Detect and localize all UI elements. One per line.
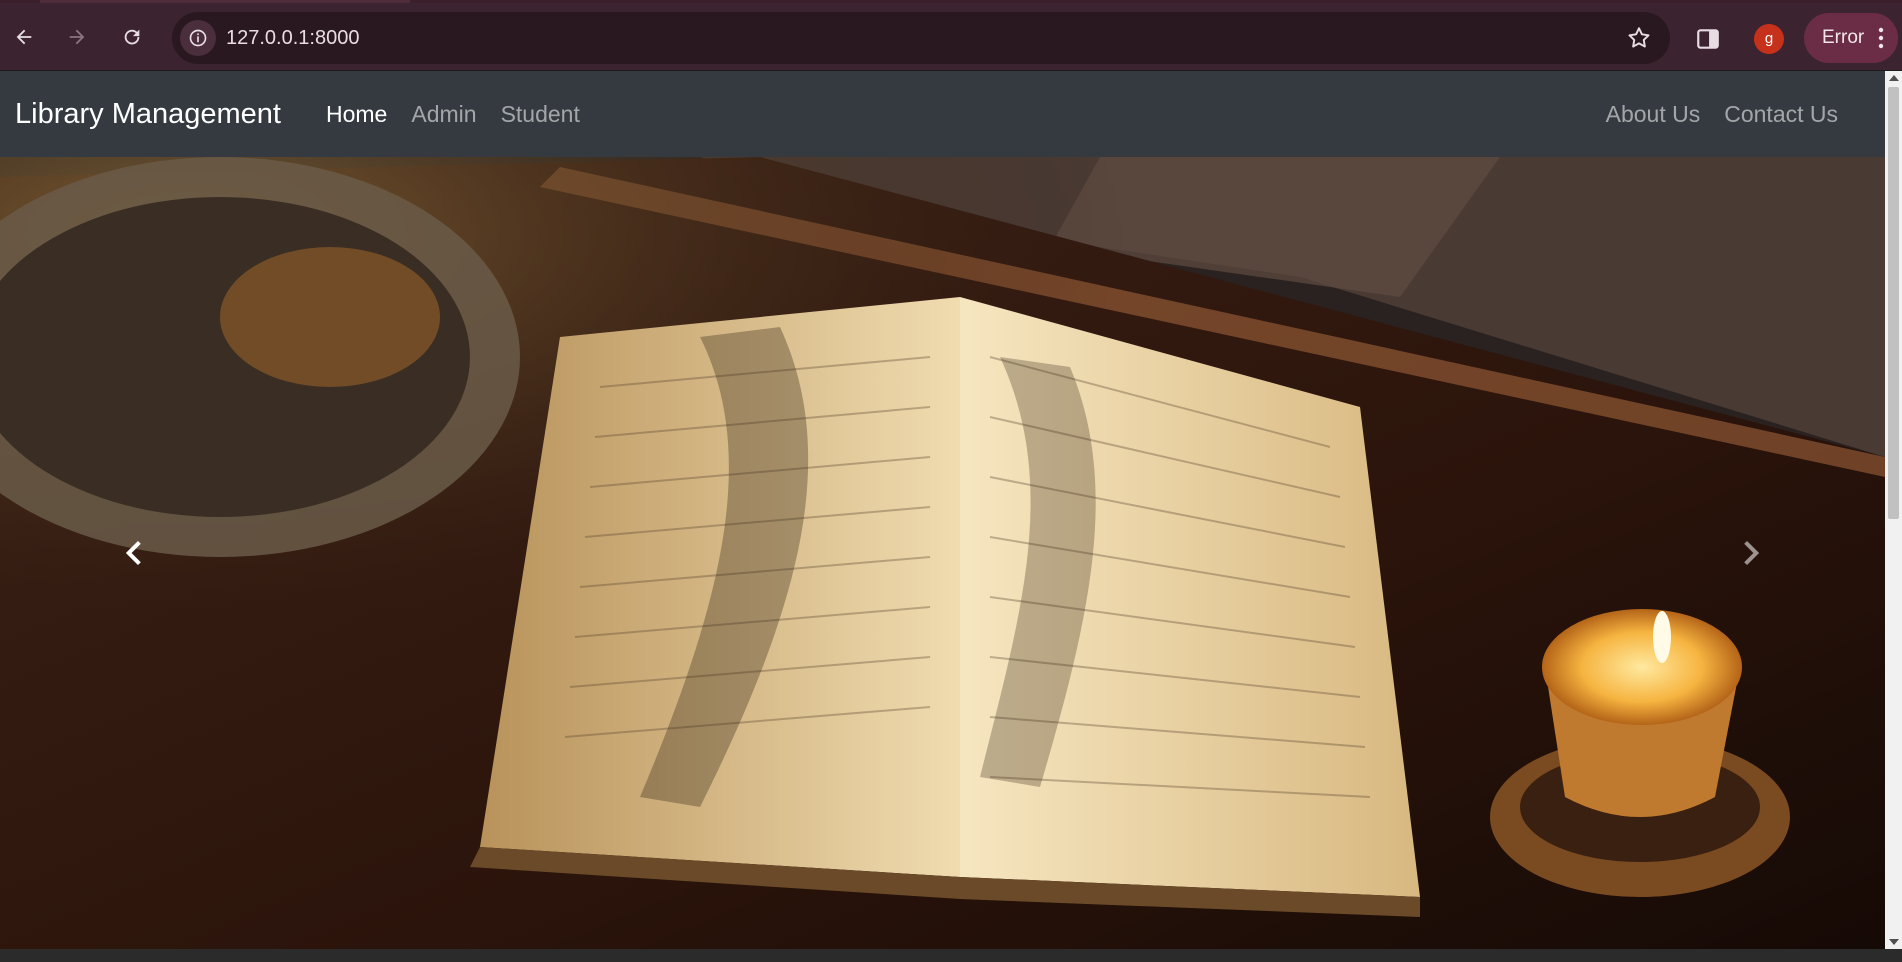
reload-button[interactable] (115, 20, 149, 54)
reload-icon (124, 29, 140, 45)
more-vert-icon (1878, 27, 1884, 49)
bookmark-star-icon[interactable] (1626, 25, 1652, 51)
back-button[interactable] (7, 20, 41, 54)
page-viewport: Library Management Home Admin Student Ab… (0, 71, 1885, 949)
info-icon (189, 29, 207, 47)
brand-link[interactable]: Library Management (15, 71, 281, 157)
address-bar[interactable]: 127.0.0.1:8000 (172, 12, 1670, 64)
hero-carousel (0, 157, 1885, 949)
profile-avatar[interactable]: g (1754, 24, 1784, 54)
error-menu-button[interactable]: Error (1804, 13, 1898, 63)
nav-right: About Us Contact Us (1594, 71, 1850, 157)
arrow-right-icon (69, 29, 85, 45)
error-label: Error (1822, 27, 1865, 48)
site-navbar: Library Management Home Admin Student Ab… (0, 71, 1885, 157)
scrollbar-thumb[interactable] (1888, 87, 1899, 519)
side-panel-icon[interactable] (1695, 26, 1721, 52)
hero-image (0, 157, 1885, 949)
nav-student[interactable]: Student (489, 71, 592, 157)
bottom-edge (0, 949, 1902, 962)
forward-button[interactable] (60, 20, 94, 54)
chevron-right-icon (1744, 540, 1760, 566)
nav-home[interactable]: Home (314, 71, 399, 157)
arrow-left-icon (16, 29, 32, 45)
carousel-prev-button[interactable] (3, 157, 263, 949)
site-info-button[interactable] (180, 20, 216, 56)
nav-admin[interactable]: Admin (399, 71, 488, 157)
nav-about-us[interactable]: About Us (1594, 71, 1713, 157)
chevron-left-icon (125, 540, 141, 566)
nav-left: Home Admin Student (314, 71, 592, 157)
browser-toolbar: 127.0.0.1:8000 g Error (0, 3, 1902, 70)
page-scrollbar[interactable] (1885, 71, 1902, 949)
carousel-next-button[interactable] (1622, 157, 1882, 949)
url-text[interactable]: 127.0.0.1:8000 (226, 12, 359, 64)
scroll-down-arrow-icon[interactable] (1889, 939, 1899, 945)
scroll-up-arrow-icon[interactable] (1889, 75, 1899, 81)
nav-contact-us[interactable]: Contact Us (1712, 71, 1850, 157)
